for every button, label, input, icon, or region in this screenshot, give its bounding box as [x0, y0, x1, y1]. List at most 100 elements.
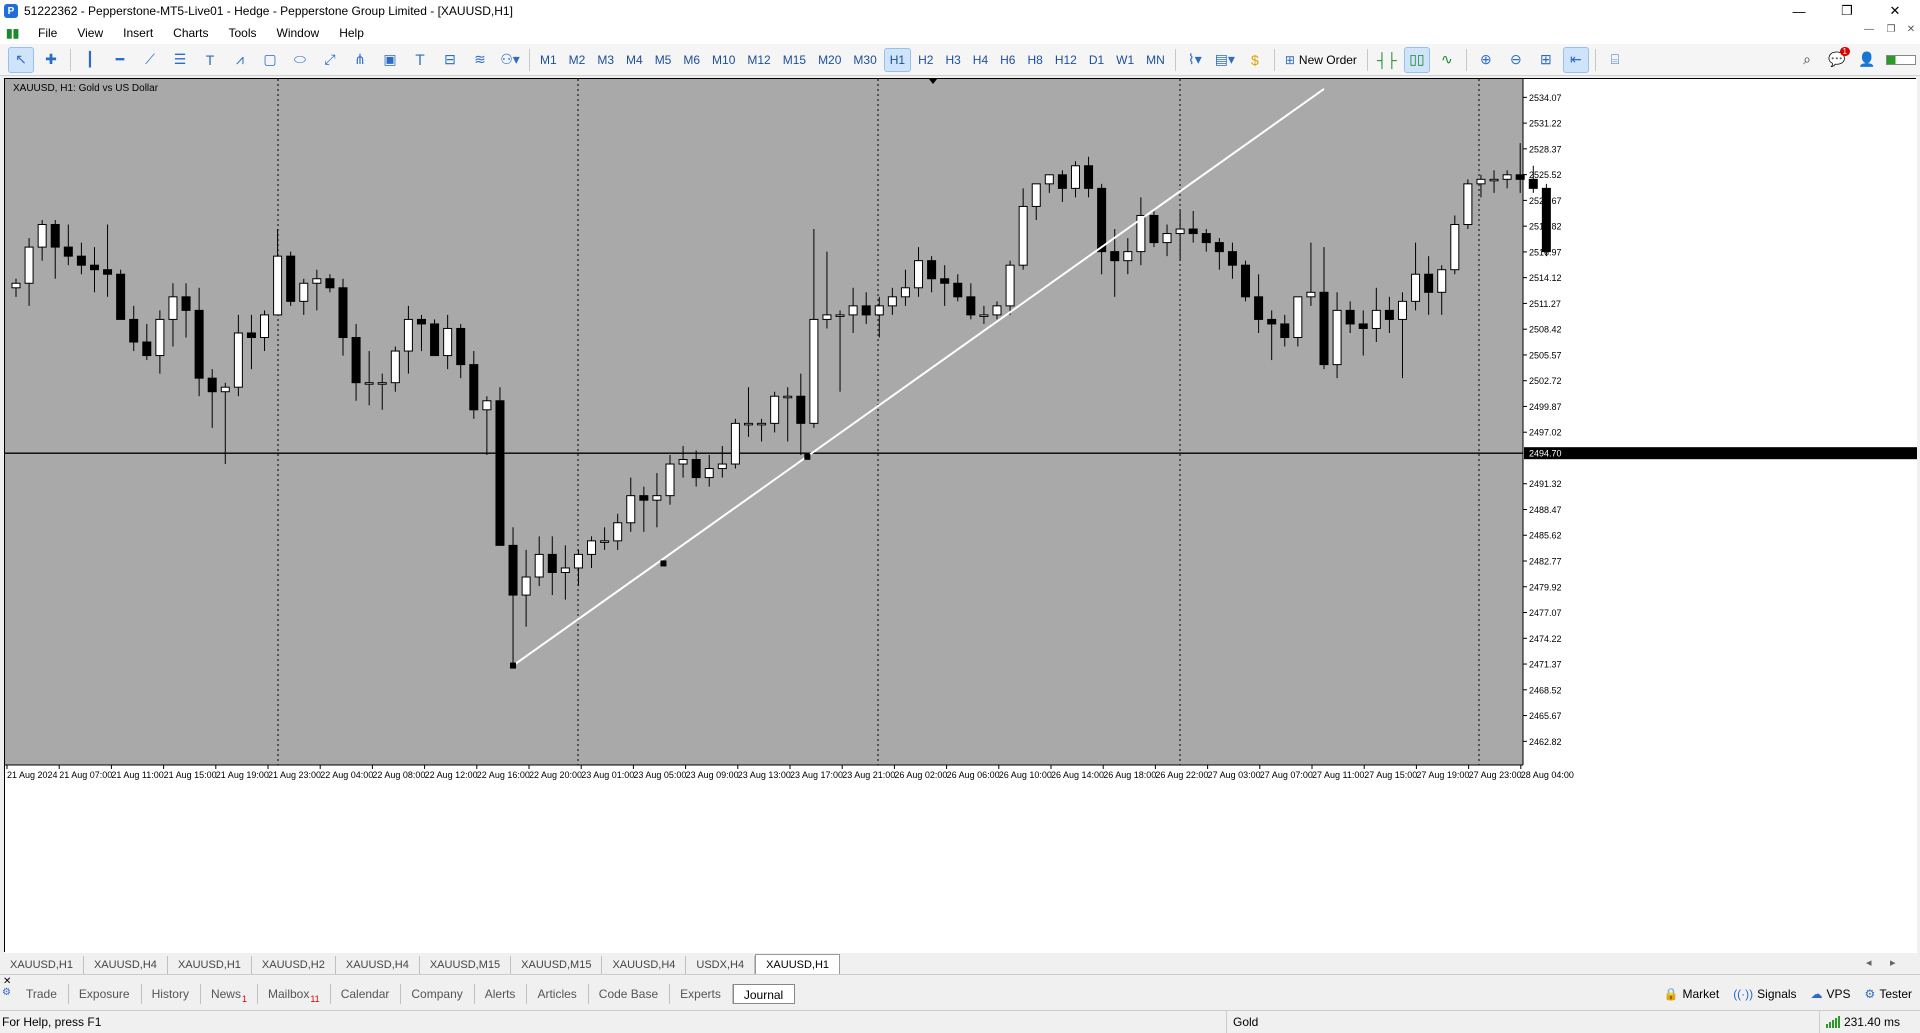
- tile-windows-icon[interactable]: ⊞: [1533, 47, 1559, 73]
- tab-mailbox[interactable]: Mailbox11: [258, 984, 331, 1004]
- tab-journal[interactable]: Journal: [732, 984, 796, 1004]
- account-icon[interactable]: 👤: [1854, 47, 1880, 73]
- tabs-scroll-right-icon[interactable]: ▸: [1890, 956, 1896, 969]
- new-order-button[interactable]: ⊞ New Order: [1279, 53, 1363, 67]
- cursor-icon[interactable]: ↖: [8, 46, 34, 73]
- menu-insert[interactable]: Insert: [113, 22, 163, 44]
- ellipse-icon[interactable]: ⬭: [287, 47, 313, 73]
- horizontal-line-icon[interactable]: ━: [107, 47, 133, 73]
- tab-experts[interactable]: Experts: [670, 984, 733, 1004]
- notifications-icon[interactable]: 💬 1: [1824, 46, 1850, 73]
- timeframe-m20[interactable]: M20: [813, 48, 846, 72]
- tab-calendar[interactable]: Calendar: [331, 984, 402, 1004]
- connection-status[interactable]: 231.40 ms: [1818, 1011, 1900, 1033]
- timeframe-m12[interactable]: M12: [742, 48, 775, 72]
- timeframe-m4[interactable]: M4: [621, 48, 648, 72]
- chart-restore-button[interactable]: ❐: [1880, 24, 1902, 35]
- signals-button[interactable]: ((·)) Signals: [1733, 987, 1796, 1001]
- tab-code-base[interactable]: Code Base: [589, 984, 671, 1004]
- channel-icon[interactable]: ☰: [167, 47, 193, 73]
- timeframe-m3[interactable]: M3: [592, 48, 619, 72]
- timeframe-h6[interactable]: H6: [995, 48, 1020, 72]
- chart-tab[interactable]: USDX,H4: [686, 956, 756, 974]
- timeframe-h3[interactable]: H3: [940, 48, 965, 72]
- pitchfork-icon[interactable]: ⋔: [347, 47, 373, 73]
- menu-view[interactable]: View: [67, 22, 113, 44]
- toolbox-close-button[interactable]: ✕: [3, 976, 11, 987]
- bar-chart-icon[interactable]: ┤├: [1374, 47, 1400, 73]
- close-button[interactable]: ✕: [1872, 0, 1918, 22]
- indicators-icon[interactable]: ⌇▾: [1182, 47, 1208, 73]
- menu-window[interactable]: Window: [267, 22, 330, 44]
- tabs-scroll-left-icon[interactable]: ◂: [1866, 956, 1872, 969]
- timeframe-m5[interactable]: M5: [650, 48, 677, 72]
- menu-help[interactable]: Help: [329, 22, 374, 44]
- market-button[interactable]: 🔒 Market: [1664, 987, 1720, 1001]
- algo-trading-icon[interactable]: $: [1242, 47, 1268, 73]
- chart-tab[interactable]: XAUUSD,H1: [0, 956, 84, 974]
- arrow-icon[interactable]: ⤢: [317, 47, 343, 73]
- chart-window-icon[interactable]: ▮▮: [6, 26, 22, 40]
- timeframe-d1[interactable]: D1: [1084, 48, 1109, 72]
- menu-tools[interactable]: Tools: [219, 22, 267, 44]
- maximize-button[interactable]: ❐: [1824, 0, 1870, 22]
- chart-tab[interactable]: XAUUSD,H4: [336, 956, 420, 974]
- chart-tab[interactable]: XAUUSD,M15: [511, 956, 603, 974]
- shapes-icon[interactable]: ⚇▾: [497, 47, 523, 73]
- chart-tab[interactable]: XAUUSD,H4: [602, 956, 687, 974]
- text-label-icon[interactable]: Ｔ: [407, 47, 433, 73]
- menu-charts[interactable]: Charts: [163, 22, 218, 44]
- candlestick-chart-icon[interactable]: ▯▯: [1403, 46, 1430, 73]
- trendline-icon[interactable]: ⟋: [137, 47, 163, 73]
- chart-tab[interactable]: XAUUSD,H2: [252, 956, 336, 974]
- regression-icon[interactable]: ≋: [467, 47, 493, 73]
- vertical-line-icon[interactable]: ┃: [77, 47, 103, 73]
- line-chart-icon[interactable]: ∿: [1434, 47, 1460, 73]
- tab-company[interactable]: Company: [401, 984, 475, 1004]
- tester-button[interactable]: ⚙ Tester: [1865, 987, 1912, 1001]
- tab-news[interactable]: News1: [201, 984, 258, 1004]
- timeframe-m2[interactable]: M2: [564, 48, 591, 72]
- timeframe-m1[interactable]: M1: [535, 48, 562, 72]
- chart-canvas[interactable]: XAUUSD, H1: Gold vs US Dollar 2534.07 253…: [4, 78, 1917, 953]
- timeframe-m6[interactable]: M6: [678, 48, 705, 72]
- chart-tab[interactable]: XAUUSD,H1: [168, 956, 252, 974]
- gann-icon[interactable]: ▣: [377, 47, 403, 73]
- timeframe-m10[interactable]: M10: [707, 48, 740, 72]
- menu-file[interactable]: File: [28, 22, 67, 44]
- zoom-in-icon[interactable]: ⊕: [1473, 47, 1499, 73]
- chart-close-button[interactable]: ✕: [1900, 24, 1920, 35]
- text-icon[interactable]: T: [197, 47, 223, 73]
- search-icon[interactable]: ⌕: [1794, 47, 1820, 73]
- timeframe-m30[interactable]: M30: [848, 48, 881, 72]
- chart-minimize-button[interactable]: —: [1858, 24, 1880, 35]
- cycle-lines-icon[interactable]: ⊟: [437, 47, 463, 73]
- toolbox-side-icon[interactable]: ⚙: [2, 987, 14, 1005]
- timeframe-m15[interactable]: M15: [778, 48, 811, 72]
- tab-alerts[interactable]: Alerts: [475, 984, 528, 1004]
- rectangle-icon[interactable]: ▢: [257, 47, 283, 73]
- timeframe-w1[interactable]: W1: [1111, 48, 1139, 72]
- timeframe-h8[interactable]: H8: [1022, 48, 1047, 72]
- tab-history[interactable]: History: [142, 984, 201, 1004]
- tab-trade[interactable]: Trade: [16, 984, 69, 1004]
- vps-button[interactable]: ☁ VPS: [1811, 987, 1851, 1001]
- timeframe-h1[interactable]: H1: [883, 47, 912, 72]
- chart-tab[interactable]: XAUUSD,M15: [420, 956, 512, 974]
- timeframe-h2[interactable]: H2: [913, 48, 938, 72]
- price-chart[interactable]: 2534.07 2531.22 2528.37 2525.52 2522.67 2519.…: [5, 79, 1917, 953]
- tab-articles[interactable]: Articles: [527, 984, 589, 1004]
- chart-tab[interactable]: XAUUSD,H4: [84, 956, 168, 974]
- crosshair-icon[interactable]: ✚: [38, 47, 64, 73]
- minimize-button[interactable]: —: [1776, 0, 1822, 22]
- timeframe-h12[interactable]: H12: [1050, 48, 1082, 72]
- zoom-out-icon[interactable]: ⊖: [1503, 47, 1529, 73]
- fibonacci-icon[interactable]: ⩘: [227, 47, 253, 73]
- tab-exposure[interactable]: Exposure: [69, 984, 142, 1004]
- auto-scroll-icon[interactable]: ⇤: [1562, 46, 1589, 73]
- timeframe-mn[interactable]: MN: [1141, 48, 1170, 72]
- chart-tab-active[interactable]: XAUUSD,H1: [755, 954, 841, 974]
- timeframe-h4[interactable]: H4: [968, 48, 993, 72]
- templates-icon[interactable]: ▤▾: [1212, 47, 1238, 73]
- screenshot-icon[interactable]: ⌸: [1602, 47, 1628, 73]
